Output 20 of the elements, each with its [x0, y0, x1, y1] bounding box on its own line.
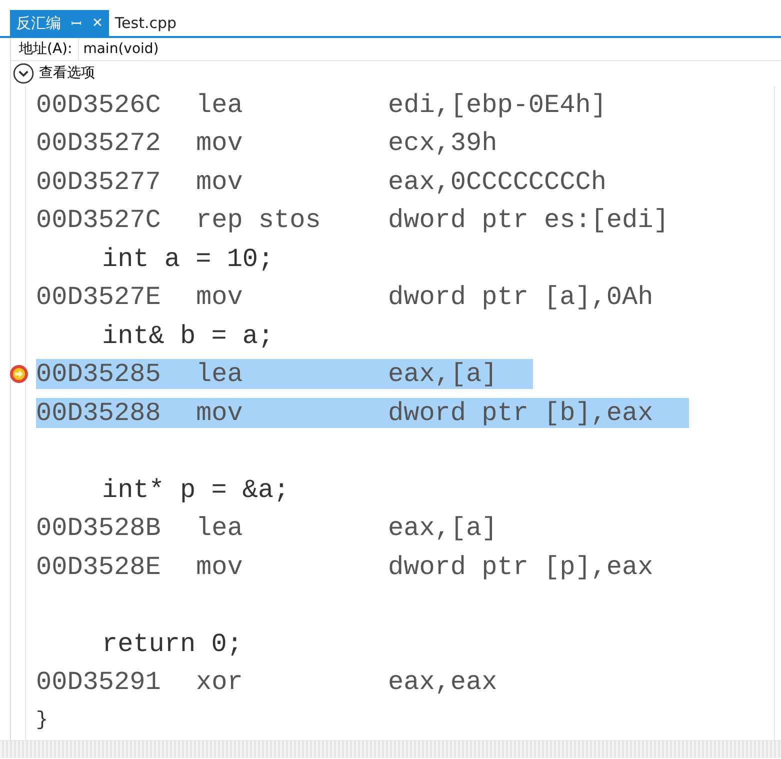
disassembly-line[interactable]: 00D35272 mov ecx,39h [36, 128, 534, 158]
disassembly-line[interactable]: 00D3526C lea edi,[ebp-0E4h] [36, 90, 642, 120]
disassembly-line[interactable]: 00D35277 mov eax,0CCCCCCCCh [36, 166, 642, 197]
document-tab[interactable]: 反汇编 ꟷ ✕ [10, 10, 109, 36]
disassembly-line[interactable]: 00D3527E mov dword ptr [a],0Ah [36, 282, 690, 312]
disassembly-line[interactable]: 00D35291 xor eax,eax [36, 667, 534, 698]
view-options-label[interactable]: 查看选项 [39, 64, 95, 82]
source-line: int& b = a; [101, 320, 274, 351]
document-tab[interactable]: Test.cpp [108, 10, 183, 36]
source-line: } [36, 710, 48, 731]
expand-icon[interactable] [13, 62, 34, 84]
address-label: 地址(A): [19, 40, 72, 58]
disassembly-line[interactable]: 00D3527C rep stos dword ptr es:[edi] [36, 205, 705, 236]
pin-button[interactable]: ꟷ [71, 14, 82, 32]
source-line: int a = 10; [101, 244, 274, 274]
close-button[interactable]: ✕ [92, 16, 103, 30]
source-line: return 0; [101, 628, 242, 659]
source-line: int* p = &a; [101, 474, 290, 505]
disassembly-line[interactable]: 00D3528B lea eax,[a] [36, 513, 534, 544]
disassembly-line[interactable]: 00D3528E mov dword ptr [p],eax [36, 552, 690, 582]
